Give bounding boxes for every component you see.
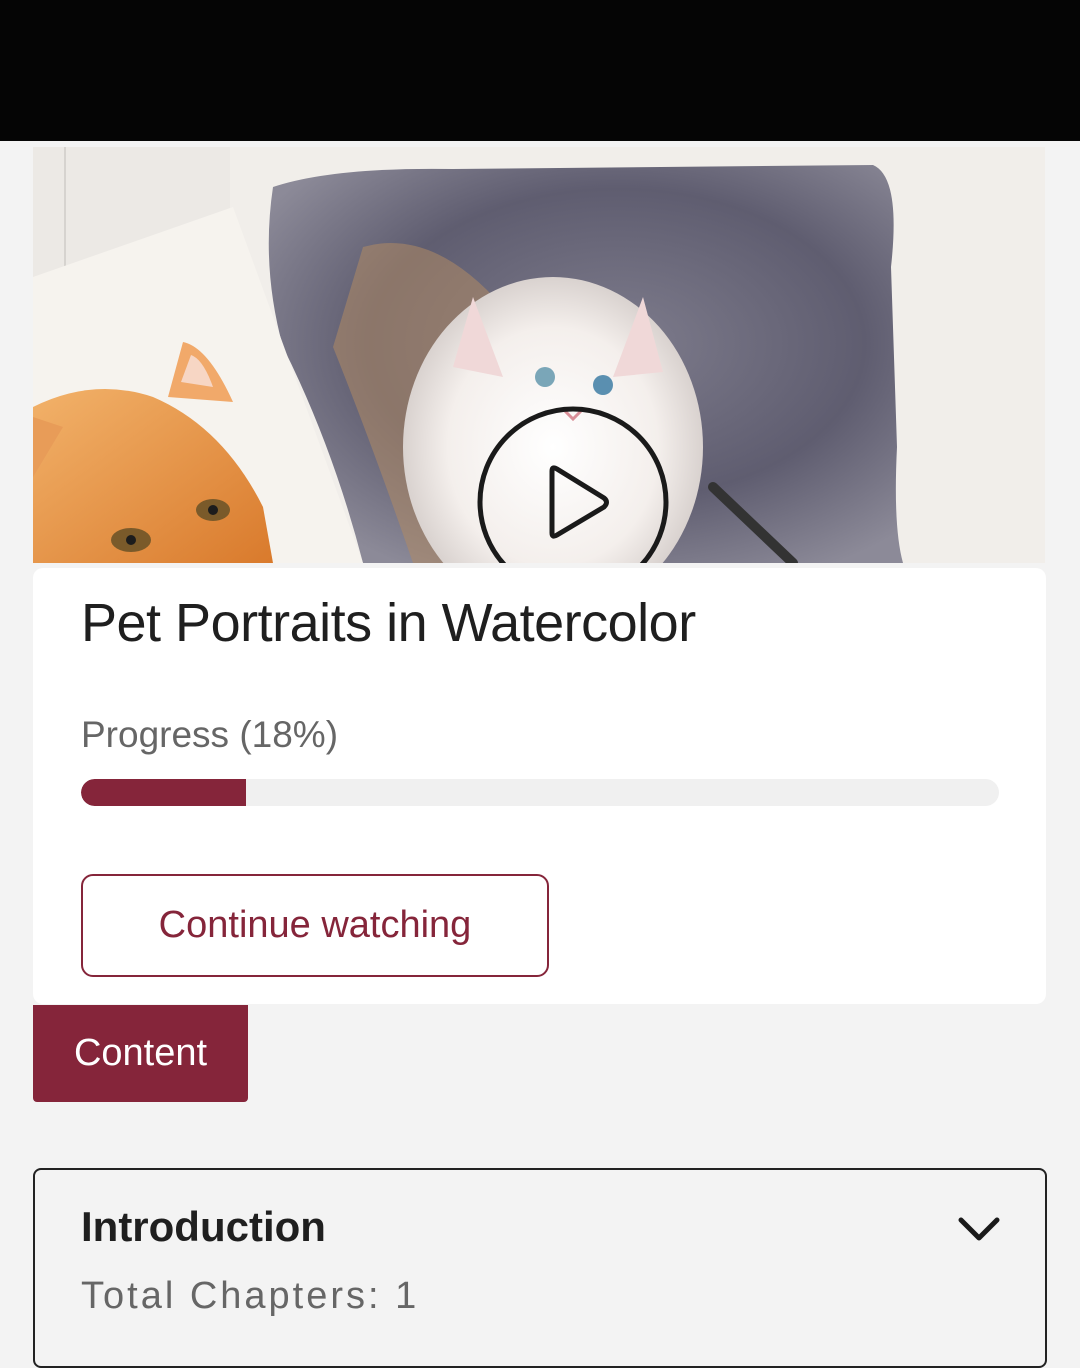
top-status-bar [0, 0, 1080, 141]
section-chapter-count: Total Chapters: 1 [81, 1275, 420, 1317]
course-title: Pet Portraits in Watercolor [81, 593, 696, 653]
continue-watching-button[interactable]: Continue watching [81, 874, 549, 977]
section-introduction[interactable]: Introduction Total Chapters: 1 [33, 1168, 1047, 1368]
progress-label: Progress (18%) [81, 714, 339, 755]
tab-content[interactable]: Content [33, 1005, 248, 1102]
section-title: Introduction [81, 1203, 326, 1250]
course-video-thumbnail[interactable] [33, 147, 1045, 563]
play-circle-icon[interactable] [476, 405, 670, 563]
progress-bar [81, 779, 999, 806]
chevron-down-icon[interactable] [955, 1210, 1003, 1250]
progress-bar-fill [81, 779, 247, 806]
course-info-card: Pet Portraits in Watercolor Progress (18… [33, 568, 1046, 1004]
